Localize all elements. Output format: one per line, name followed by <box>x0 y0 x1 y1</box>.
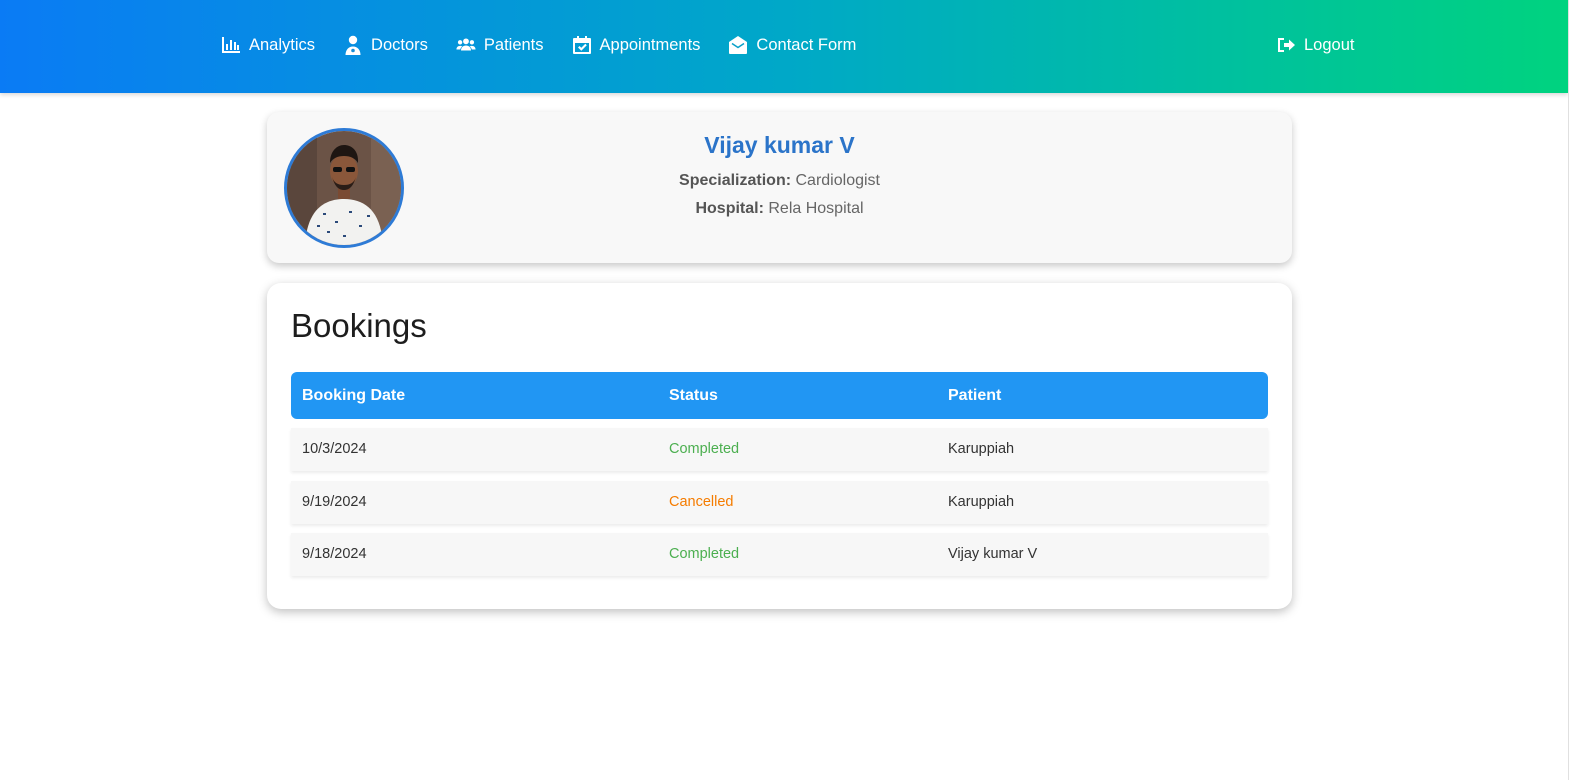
specialization-line: Specialization: Cardiologist <box>267 172 1292 190</box>
calendar-check-icon <box>571 34 593 56</box>
user-doctor-icon <box>342 34 364 56</box>
logout-label: Logout <box>1304 35 1355 54</box>
specialization-value: Cardiologist <box>795 172 880 189</box>
nav-patients[interactable]: Patients <box>455 33 544 57</box>
status-completed: Completed <box>669 441 740 457</box>
nav-patients-label: Patients <box>483 35 544 54</box>
table-row[interactable]: 9/19/2024 Cancelled Karuppiah <box>291 481 1268 524</box>
nav-appointments-label: Appointments <box>599 35 701 54</box>
bookings-card: Bookings Booking Date Status Patient 10/… <box>267 283 1292 609</box>
nav-contact-form-label: Contact Form <box>756 35 857 54</box>
chart-bar-icon <box>220 34 242 56</box>
column-header-booking-date: Booking Date <box>302 387 406 404</box>
table-row[interactable]: 10/3/2024 Completed Karuppiah <box>291 428 1268 471</box>
sign-out-icon <box>1275 34 1297 56</box>
nav-contact-form[interactable]: Contact Form <box>727 33 856 57</box>
bookings-table-header: Booking Date Status Patient <box>291 372 1268 419</box>
booking-date: 10/3/2024 <box>302 441 367 457</box>
bookings-title: Bookings <box>291 307 427 344</box>
users-icon <box>455 34 477 56</box>
status-completed: Completed <box>669 546 740 562</box>
nav-doctors[interactable]: Doctors <box>342 33 428 57</box>
nav-analytics[interactable]: Analytics <box>220 33 315 57</box>
nav-appointments[interactable]: Appointments <box>571 33 701 57</box>
top-navbar: Analytics Doctors Patients Appointments … <box>0 0 1568 93</box>
status-cancelled: Cancelled <box>669 494 734 510</box>
patient-name: Karuppiah <box>948 494 1015 510</box>
doctor-profile-card: Vijay kumar V Specialization: Cardiologi… <box>267 112 1292 263</box>
column-header-patient: Patient <box>948 387 1002 404</box>
nav-links: Analytics Doctors Patients Appointments … <box>220 33 883 57</box>
nav-analytics-label: Analytics <box>249 35 316 54</box>
envelope-open-icon <box>727 34 749 56</box>
hospital-line: Hospital: Rela Hospital <box>267 200 1292 218</box>
specialization-label: Specialization: <box>679 172 792 189</box>
booking-date: 9/19/2024 <box>302 494 367 510</box>
hospital-label: Hospital: <box>695 200 764 217</box>
logout-button[interactable]: Logout <box>1275 33 1354 57</box>
patient-name: Karuppiah <box>948 441 1015 457</box>
page-scrollbar[interactable] <box>1568 0 1585 780</box>
table-row[interactable]: 9/18/2024 Completed Vijay kumar V <box>291 533 1268 576</box>
patient-name: Vijay kumar V <box>948 546 1038 562</box>
booking-date: 9/18/2024 <box>302 546 367 562</box>
column-header-status: Status <box>669 387 718 404</box>
hospital-value: Rela Hospital <box>768 200 864 217</box>
nav-doctors-label: Doctors <box>371 35 428 54</box>
doctor-name: Vijay kumar V <box>704 132 855 158</box>
